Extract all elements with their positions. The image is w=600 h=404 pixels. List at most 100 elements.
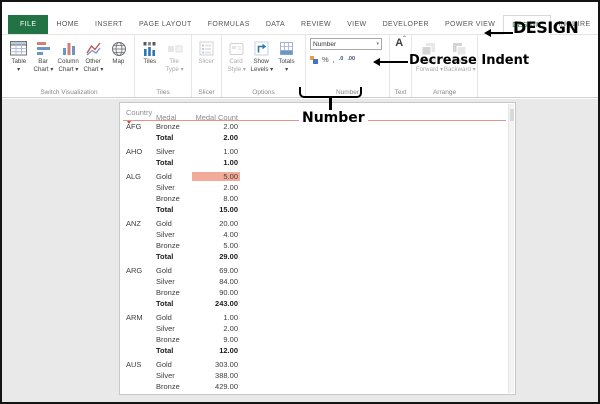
workspace-background: Country Medal Medal Count AFGBronze2.00T… [2, 99, 598, 402]
tab-insert[interactable]: INSERT [87, 15, 131, 34]
table-row[interactable]: Total1,120.00 [126, 392, 246, 394]
value-cell: 84.00 [192, 277, 240, 286]
table-row[interactable]: Total2.00 [126, 132, 246, 143]
value-cell: 69.00 [192, 266, 240, 275]
tab-developer[interactable]: DEVELOPER [375, 15, 437, 34]
table-row[interactable]: Bronze429.00 [126, 381, 246, 392]
table-row[interactable]: Total29.00 [126, 251, 246, 262]
number-format-value: Number [313, 41, 336, 48]
currency-icon[interactable] [310, 56, 318, 64]
tab-formulas[interactable]: FORMULAS [200, 15, 258, 34]
column-chart-button[interactable]: ColumnChart ▾ [56, 39, 81, 74]
table-row[interactable]: Bronze9.00 [126, 334, 246, 345]
card-style-button: CardStyle ▾ [224, 39, 249, 74]
totals-button[interactable]: Totals▾ [274, 39, 299, 74]
design-arrow [485, 32, 513, 34]
group-label: Arrange [412, 89, 477, 96]
vertical-scrollbar[interactable] [508, 104, 514, 393]
slicer-button: Slicer [194, 39, 219, 66]
medal-cell: Total [156, 158, 192, 167]
medal-cell: Total [156, 133, 192, 142]
line-chart-icon [86, 39, 102, 58]
value-cell: 90.00 [192, 288, 240, 297]
totals-icon [279, 39, 295, 58]
caret-up-icon: ˆ [403, 38, 406, 43]
medal-cell: Total [156, 205, 192, 214]
table-row[interactable]: Total15.00 [126, 204, 246, 215]
text-size-button[interactable]: A ˆ [392, 38, 409, 56]
medal-cell: Bronze [156, 335, 192, 344]
tiles-button[interactable]: Tiles [137, 39, 162, 66]
chevron-down-icon: ▾ [376, 41, 379, 47]
table-row[interactable]: Total1.00 [126, 157, 246, 168]
table-row[interactable]: ALGGold5.00 [126, 171, 246, 182]
value-cell: 303.00 [192, 360, 240, 369]
other-chart-button[interactable]: OtherChart ▾ [81, 39, 106, 74]
tab-file[interactable]: FILE [8, 15, 48, 34]
globe-icon [111, 39, 127, 58]
medal-cell: Bronze [156, 288, 192, 297]
table-row[interactable]: Silver4.00 [126, 229, 246, 240]
table-row[interactable]: Total243.00 [126, 298, 246, 309]
increase-decimal-icon[interactable]: .0 [339, 57, 344, 63]
percent-icon[interactable]: % [322, 56, 329, 64]
design-annotation: DESIGN [513, 18, 578, 37]
medal-cell: Silver [156, 277, 192, 286]
table-row[interactable]: AHOSilver1.00 [126, 146, 246, 157]
map-button[interactable]: Map [106, 39, 131, 66]
value-cell: 2.00 [192, 183, 240, 192]
table-row[interactable]: ANZGold20.00 [126, 218, 246, 229]
table-row[interactable]: Silver84.00 [126, 276, 246, 287]
value-cell: 1.00 [192, 158, 240, 167]
decrease-decimal-icon[interactable]: .00 [347, 57, 355, 63]
table-row[interactable]: Silver388.00 [126, 370, 246, 381]
tiles-icon [142, 39, 158, 58]
medal-cell: Bronze [156, 194, 192, 203]
button-label: Type ▾ [165, 66, 183, 73]
tab-view[interactable]: VIEW [339, 15, 375, 34]
bar-chart-button[interactable]: BarChart ▾ [31, 39, 56, 74]
button-label: Style ▾ [227, 66, 246, 73]
table-row[interactable]: ARGGold69.00 [126, 265, 246, 276]
table-row[interactable]: AFGBronze2.00 [126, 121, 246, 132]
table-row[interactable]: Bronze90.00 [126, 287, 246, 298]
value-cell: 15.00 [192, 205, 240, 214]
medal-cell: Silver [156, 183, 192, 192]
table-row[interactable]: Silver2.00 [126, 323, 246, 334]
ribbon-group-tiles: TilesTileType ▾Tiles [135, 35, 192, 97]
tab-review[interactable]: REVIEW [293, 15, 339, 34]
number-format-dropdown[interactable]: Number ▾ [310, 38, 382, 50]
button-label: Map [112, 58, 124, 65]
country-cell: ARM [126, 313, 156, 322]
table-row[interactable]: ARMGold1.00 [126, 312, 246, 323]
value-cell: 2.00 [192, 133, 240, 142]
tab-data[interactable]: DATA [258, 15, 293, 34]
table-row[interactable]: Total12.00 [126, 345, 246, 356]
decrease-indent-annotation: Decrease Indent [409, 53, 529, 68]
tab-page-layout[interactable]: PAGE LAYOUT [131, 15, 200, 34]
comma-icon[interactable]: , [333, 56, 335, 64]
show-levels-button[interactable]: ShowLevels ▾ [249, 39, 274, 74]
tab-home[interactable]: HOME [48, 15, 87, 34]
table-button[interactable]: Table▾ [6, 39, 31, 74]
table-row[interactable]: Bronze5.00 [126, 240, 246, 251]
medal-cell: Total [156, 346, 192, 355]
value-cell: 5.00 [192, 241, 240, 250]
button-label: Table [11, 58, 26, 65]
table-row[interactable]: Bronze8.00 [126, 193, 246, 204]
value-cell: 1,120.00 [192, 393, 240, 394]
button-label: ▾ [17, 66, 20, 73]
medal-cell: Gold [156, 313, 192, 322]
button-label: Slicer [199, 58, 214, 65]
medal-cell: Silver [156, 371, 192, 380]
number-brace-stem [329, 97, 332, 111]
country-cell: AFG [126, 122, 156, 131]
medal-cell: Gold [156, 266, 192, 275]
country-cell: AUS [126, 360, 156, 369]
table-rows: AFGBronze2.00Total2.00AHOSilver1.00Total… [126, 121, 246, 394]
country-cell: AHO [126, 147, 156, 156]
scrollbar-thumb[interactable] [510, 109, 514, 121]
table-row[interactable]: Silver2.00 [126, 182, 246, 193]
table-row[interactable]: AUSGold303.00 [126, 359, 246, 370]
medal-cell: Silver [156, 230, 192, 239]
